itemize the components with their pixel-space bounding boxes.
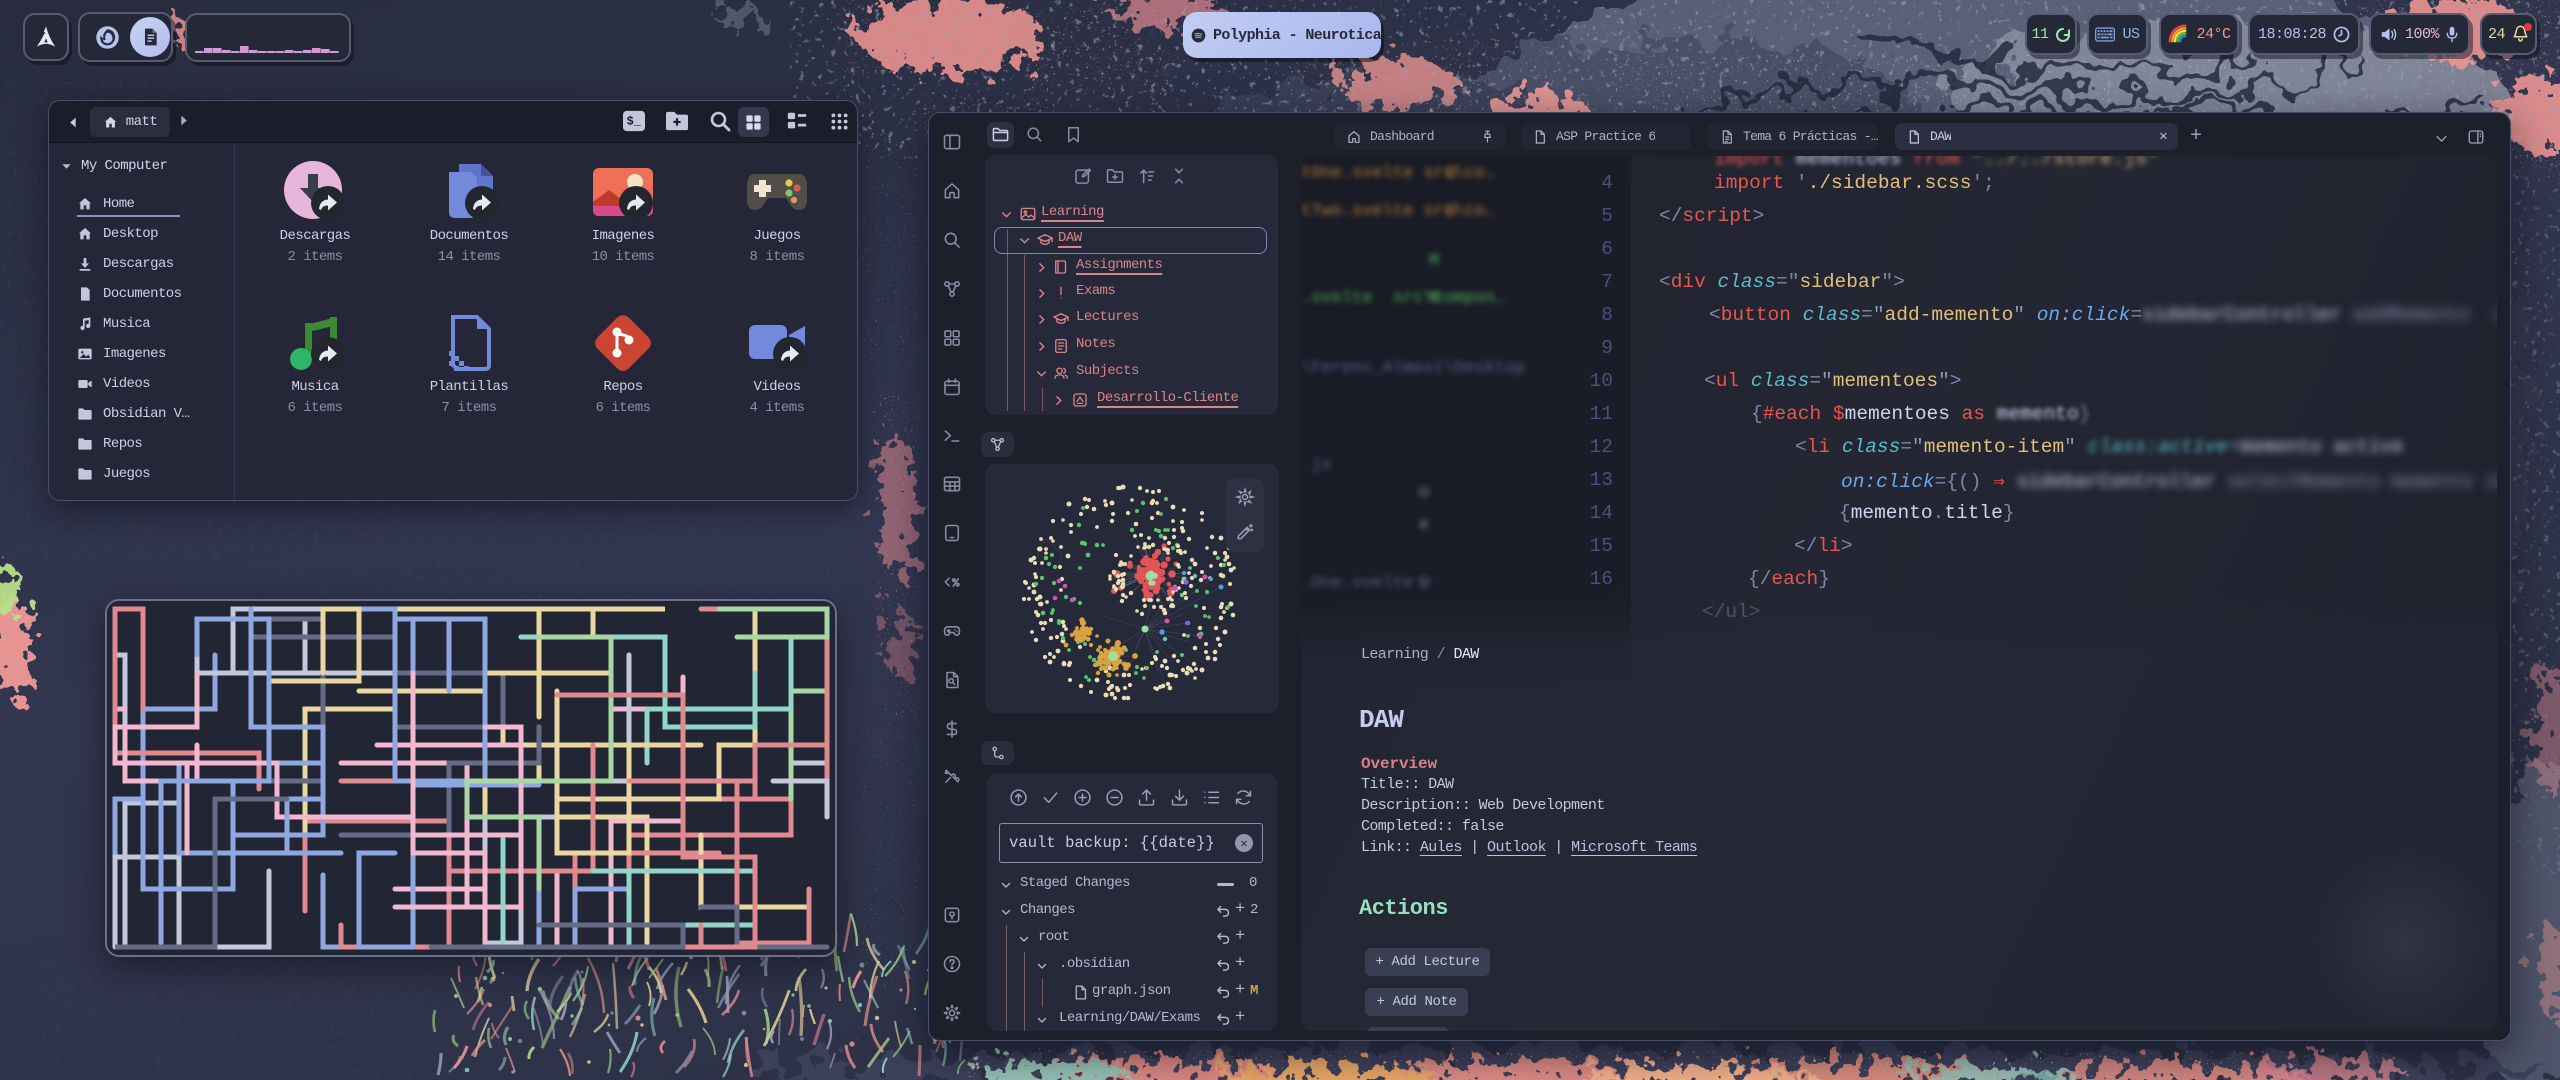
svg-text:$_: $_ xyxy=(627,115,642,129)
